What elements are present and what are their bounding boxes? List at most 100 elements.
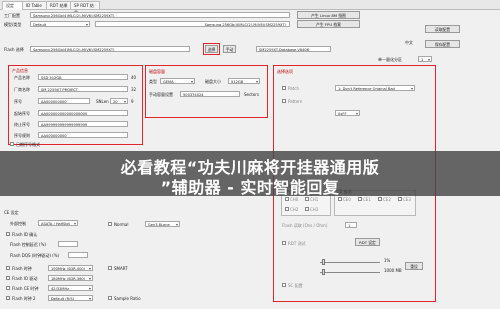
flash-id-checkbox[interactable] (6, 232, 10, 236)
auto-select-button[interactable]: 选择 (205, 45, 218, 53)
sectors-label: Sectors (244, 92, 259, 97)
controller-field[interactable]: Samsung,256Gb(4)MLC(2)-M(V6)(SM2259XT) (95, 21, 290, 27)
flash-io-select[interactable]: 180MHz (SDR-360) (48, 275, 93, 281)
end-serial-field[interactable]: AA999999999999999999 (38, 121, 128, 127)
disk-size-label: 磁盘大小 (205, 79, 221, 84)
flash-dqs-field[interactable] (68, 252, 88, 258)
flash-delay-field[interactable] (58, 241, 78, 247)
patch-label: Patch (288, 86, 299, 91)
overlay-line-2: ”辅助器 - 实时智能回复 (160, 178, 340, 197)
product-name-field[interactable]: SSD 512GB (38, 74, 128, 80)
serial-field[interactable]: AA000000000 (38, 98, 90, 104)
sc-config-checkbox[interactable] (282, 283, 286, 287)
external-control-select[interactable]: ASATA / HalfSlot (38, 220, 78, 226)
manual-capacity-field[interactable]: 500374024 (180, 91, 240, 97)
vendor-label: 工厂配置 (4, 13, 20, 18)
flash-clock2-label: Flash 时钟 2 (12, 296, 36, 301)
smart-checkbox[interactable] (108, 266, 112, 270)
overlay-banner: 必看教程“功夫川麻将开挂器通用版 ”辅助器 - 实时智能回复 (0, 151, 500, 197)
serial-length: 9 (131, 99, 134, 104)
manual-button[interactable]: 手动 (223, 45, 236, 53)
rdt-test-label: RDT 测试 (288, 241, 306, 246)
pattern-label: Pattern (288, 99, 303, 104)
mp-partition-select[interactable]: 1 (418, 56, 432, 62)
mode-label: 模型/类型 (4, 22, 22, 27)
sample-ratio-checkbox[interactable] (108, 296, 112, 300)
flash-dqs-label: Flash DQS (时钟驱动) (%) (10, 253, 60, 258)
slider-percent-value: 1% (384, 258, 391, 263)
external-control-label: 外部控制 (10, 221, 26, 226)
load-config-button[interactable]: 读取配置 (425, 25, 460, 33)
flash-read-field[interactable]: 1 (345, 222, 357, 228)
tab-rdt-result[interactable]: RDT 结果 (46, 1, 72, 10)
tab-bar: 设定 ID Table RDT 结果 SP RDT 结果 (0, 0, 500, 15)
flash-io-checkbox[interactable] (6, 276, 10, 280)
generate-linux-image-button[interactable]: 产生 Linux 8M 指图 (297, 11, 360, 19)
date-serial-label: 日期序号格式 (16, 142, 40, 147)
slider-size[interactable] (320, 269, 380, 275)
flash-clock-select[interactable]: 190MHz (SDR-400) (48, 265, 93, 271)
tab-id-table[interactable]: ID Table (22, 1, 48, 10)
normal-checkbox[interactable] (108, 222, 112, 226)
flash-delay-label: Flash 控制延迟 (%) (10, 242, 46, 247)
flash-read-label: Flash 读取 (Ons / Ohm) (282, 223, 328, 228)
sc-config-label: SC 配置 (288, 283, 303, 288)
disk-size-select[interactable]: 512GB (228, 78, 260, 84)
pattern-checkbox[interactable] (282, 99, 286, 103)
patch-checkbox[interactable] (282, 86, 286, 90)
vendor-name-length: 32 (131, 87, 137, 92)
tab-sp-rdt-result[interactable]: SP RDT 结果 (70, 1, 100, 15)
flash-clock2-checkbox[interactable] (6, 296, 10, 300)
serial-rule-label: 序号规则 (14, 133, 30, 138)
slider-percent-knob[interactable] (322, 259, 325, 265)
product-info-title: 产品信息 (12, 68, 28, 73)
patch-mode-select[interactable]: 1: Don't Reference Original Bad (335, 85, 415, 91)
disk-type-label: 类型 (149, 79, 157, 84)
manual-capacity-label: 手动容量设置 (149, 92, 173, 97)
reset-button[interactable]: 重设 (405, 262, 423, 270)
flash-select-field[interactable]: Samsung,256Gb(4)MLC(2)-M(V6)(SM2259XT) (30, 46, 190, 52)
ch3-checkbox[interactable] (305, 207, 309, 211)
disk-type-select[interactable]: GEMA (160, 78, 195, 84)
flash-ce-select[interactable]: 42/33MHz (48, 285, 93, 291)
ch3-label: CH3 (310, 207, 319, 212)
language-label: 中文 (405, 40, 413, 45)
flash-clock-checkbox[interactable] (6, 266, 10, 270)
rdt-settings-button[interactable]: RDT 设定 (355, 238, 380, 246)
flash-clock2-select[interactable]: Default (R/S) (48, 295, 93, 301)
pattern-value-select[interactable]: 0xFF (335, 110, 360, 116)
mp-partition-label: 单一量化分区 (378, 57, 402, 62)
start-serial-field[interactable]: AA000000000000000000 (38, 110, 128, 116)
vendor-name-label: 厂商名称 (14, 87, 30, 92)
flash-clock-label: Flash 时钟 (12, 266, 32, 271)
normal-mode-select[interactable]: Gen3.8Lane (145, 221, 180, 227)
flash-ce-label: Flash CE 时钟 (12, 286, 39, 291)
vendor-name-field[interactable]: SM 2259XT PROJECT (38, 86, 128, 92)
ch2-checkbox[interactable] (285, 207, 289, 211)
slider-size-knob[interactable] (322, 269, 325, 275)
normal-label: Normal (114, 222, 129, 227)
sample-ratio-label: Sample Ratio (114, 296, 141, 301)
date-serial-checkbox[interactable] (10, 142, 14, 146)
slider-size-value: 1000 MB (384, 268, 402, 273)
vendor-field[interactable]: Samsung,256Gb(4)MLC(2)-M(V6)(SM2259XT) (30, 12, 290, 18)
save-config-button[interactable]: 保存配置 (425, 40, 460, 48)
product-name-length: 40 (131, 75, 137, 80)
tab-settings[interactable]: 设定 (2, 1, 24, 10)
serial-rule-field[interactable]: AA000000000 (38, 132, 128, 138)
database-field: SM2259XT-Database.V8406 (256, 46, 331, 52)
smart-label: SMART (114, 266, 128, 271)
slider-percent[interactable] (320, 259, 380, 265)
flash-select-label: Flash 选择 (4, 47, 24, 52)
mode-select[interactable]: Default (30, 21, 90, 27)
generate-fpu-button[interactable]: 产生 FPU 档案 (297, 20, 360, 28)
snlen-select[interactable]: 20 (110, 98, 128, 104)
flash-io-label: Flash IO 驱动 (12, 276, 38, 281)
flash-ce-checkbox[interactable] (6, 286, 10, 290)
flash-id-label: Flash ID 确认 (12, 232, 38, 237)
snlen-label: SNLen (96, 99, 109, 104)
rdt-test-checkbox[interactable] (282, 241, 286, 245)
options-title: 选择选项 (277, 69, 293, 74)
end-serial-label: 终止序号 (14, 122, 30, 127)
ce-settings-title: CE 设定 (4, 210, 19, 215)
